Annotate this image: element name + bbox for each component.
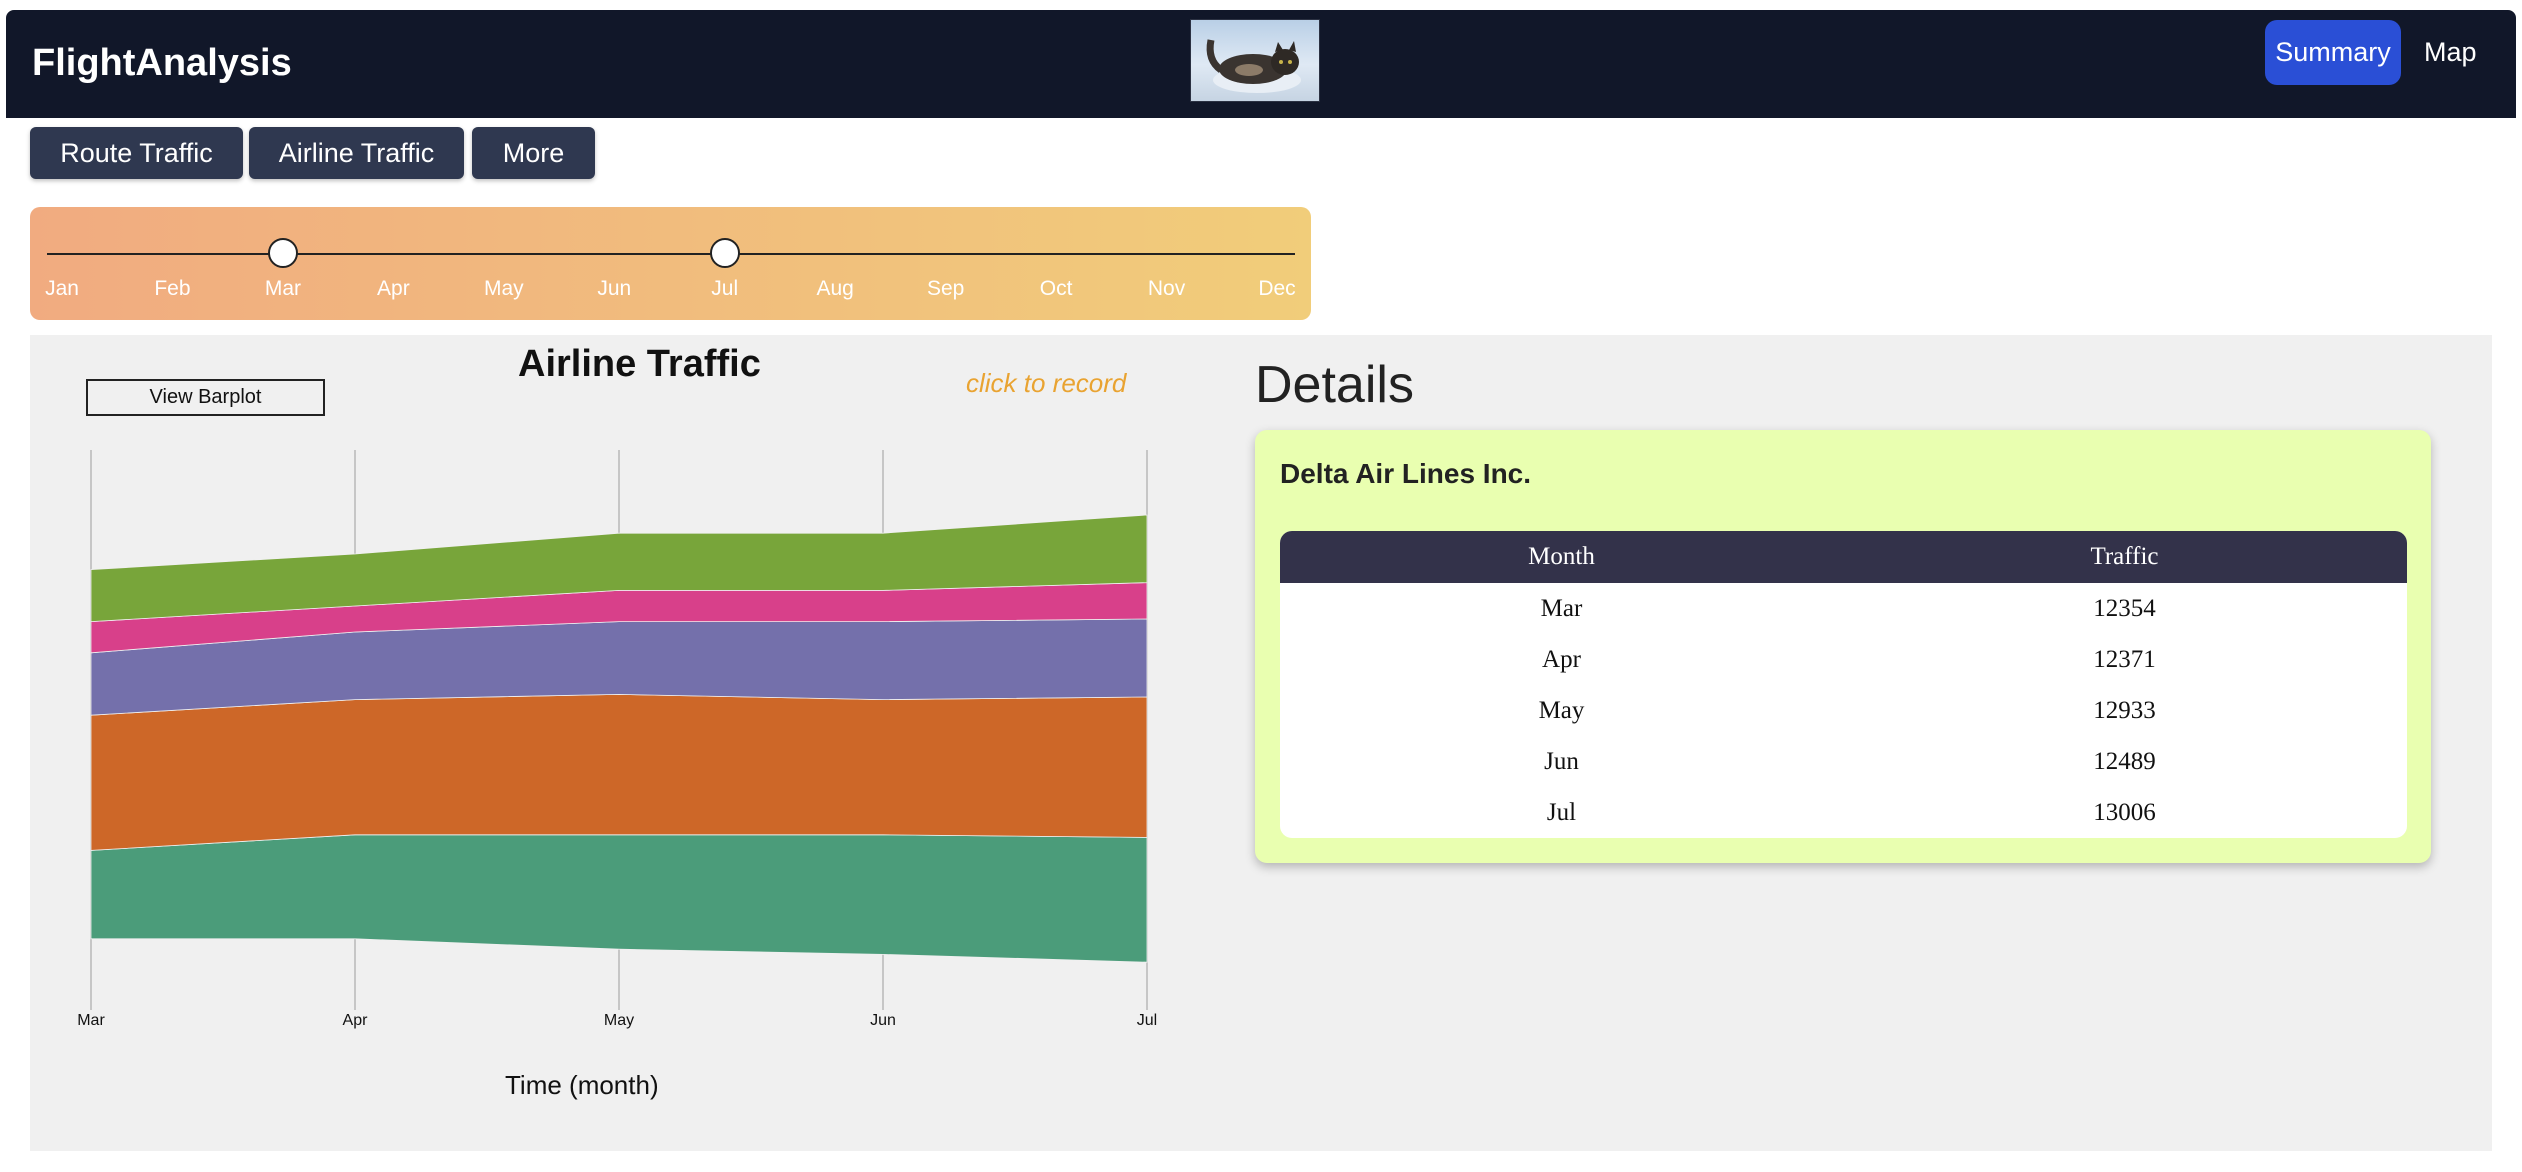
slider-end-handle[interactable] <box>709 238 740 268</box>
view-barplot-button[interactable]: View Barplot <box>86 379 325 416</box>
details-heading: Details <box>1255 356 1414 414</box>
slider-month-label: Dec <box>1258 277 1296 300</box>
top-navbar: FlightAnalysis Summary Map <box>6 10 2516 118</box>
table-row: Apr 12371 <box>1280 634 2407 685</box>
cat-logo-image <box>1190 19 1320 102</box>
slider-start-handle[interactable] <box>267 238 298 268</box>
month-range-slider[interactable]: Jan Feb Mar Apr May Jun Jul Aug Sep Oct Nov Dec <box>30 207 1311 320</box>
slider-month-label: Oct <box>1039 277 1073 300</box>
x-tick-label: Mar <box>77 1012 105 1029</box>
x-axis-label: Time (month) <box>505 1070 659 1100</box>
x-tick-label: May <box>604 1012 634 1029</box>
column-header-traffic: Traffic <box>2090 543 2159 570</box>
cell-month: Mar <box>1540 595 1583 622</box>
details-card: Delta Air Lines Inc. Month Traffic Mar 12… <box>1255 430 2431 863</box>
table-row: Jun 12489 <box>1280 736 2407 787</box>
chart-title: Airline Traffic <box>518 343 761 385</box>
nav-map-link[interactable]: Map <box>2424 20 2477 85</box>
record-link[interactable]: click to record <box>966 368 1126 399</box>
slider-month-label: Nov <box>1147 277 1186 300</box>
traffic-table: Month Traffic Mar 12354 Apr 12371 May 12933 Ju… <box>1280 531 2407 838</box>
main-panel: Mar Apr May Jun Jul Airline Traffic click to… <box>30 335 2492 1151</box>
tab-more[interactable]: More <box>472 127 595 179</box>
table-row: Mar 12354 <box>1280 583 2407 634</box>
slider-month-label: Jul <box>711 277 739 300</box>
slider-month-label: Jan <box>45 277 79 300</box>
column-header-month: Month <box>1528 543 1595 570</box>
tab-route-traffic[interactable]: Route Traffic <box>30 127 243 179</box>
table-row: Jul 13006 <box>1280 787 2407 838</box>
cell-traffic: 12371 <box>2093 646 2156 673</box>
slider-month-label: Apr <box>377 277 410 300</box>
x-tick-label: Jul <box>1137 1012 1157 1029</box>
slider-month-label: May <box>483 277 524 300</box>
table-header: Month Traffic <box>1280 531 2407 583</box>
cell-traffic: 12933 <box>2093 697 2156 724</box>
cell-traffic: 12354 <box>2093 595 2156 622</box>
cell-month: May <box>1538 697 1585 724</box>
slider-month-label: Mar <box>264 277 301 300</box>
brand-title: FlightAnalysis <box>32 42 292 84</box>
area-series-2[interactable] <box>90 693 1148 851</box>
slider-month-label: Sep <box>926 277 965 300</box>
nav-summary-button[interactable]: Summary <box>2265 20 2401 85</box>
cell-month: Apr <box>1542 646 1581 673</box>
cell-traffic: 13006 <box>2093 799 2156 826</box>
slider-month-label: Feb <box>154 277 191 300</box>
slider-month-label: Jun <box>597 277 632 300</box>
x-tick-label: Apr <box>343 1012 369 1029</box>
app-window: FlightAnalysis Summary Map Route Traffic… <box>6 10 2516 1172</box>
stacked-area-chart: Mar Apr May Jun Jul <box>77 450 1157 1029</box>
cell-traffic: 12489 <box>2093 748 2156 775</box>
slider-track[interactable] <box>47 253 1295 255</box>
tab-airline-traffic[interactable]: Airline Traffic <box>249 127 464 179</box>
slider-month-label: Aug <box>816 277 854 300</box>
cell-month: Jul <box>1546 799 1577 826</box>
table-row: May 12933 <box>1280 685 2407 736</box>
x-tick-label: Jun <box>870 1012 896 1029</box>
airline-name: Delta Air Lines Inc. <box>1280 458 1532 489</box>
cell-month: Jun <box>1544 748 1579 775</box>
area-series-1[interactable] <box>90 834 1148 963</box>
